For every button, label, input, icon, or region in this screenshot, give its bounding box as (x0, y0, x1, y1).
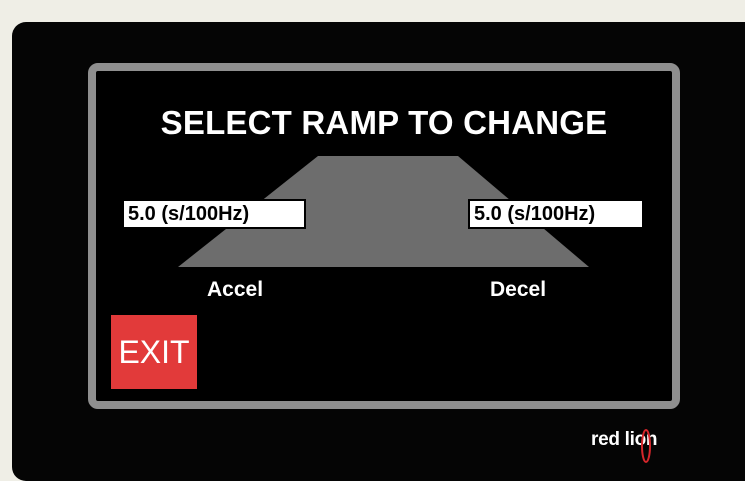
accel-label: Accel (207, 278, 264, 301)
trapezoid-ramp-icon (178, 156, 589, 267)
logo-swoosh-icon (641, 429, 651, 463)
decel-ramp-value[interactable]: 5.0 (s/100Hz) (468, 199, 644, 229)
exit-button[interactable]: EXIT (111, 315, 197, 389)
decel-label: Decel (490, 278, 547, 301)
page-title: SELECT RAMP TO CHANGE (160, 104, 608, 141)
accel-ramp-value[interactable]: 5.0 (s/100Hz) (122, 199, 306, 229)
